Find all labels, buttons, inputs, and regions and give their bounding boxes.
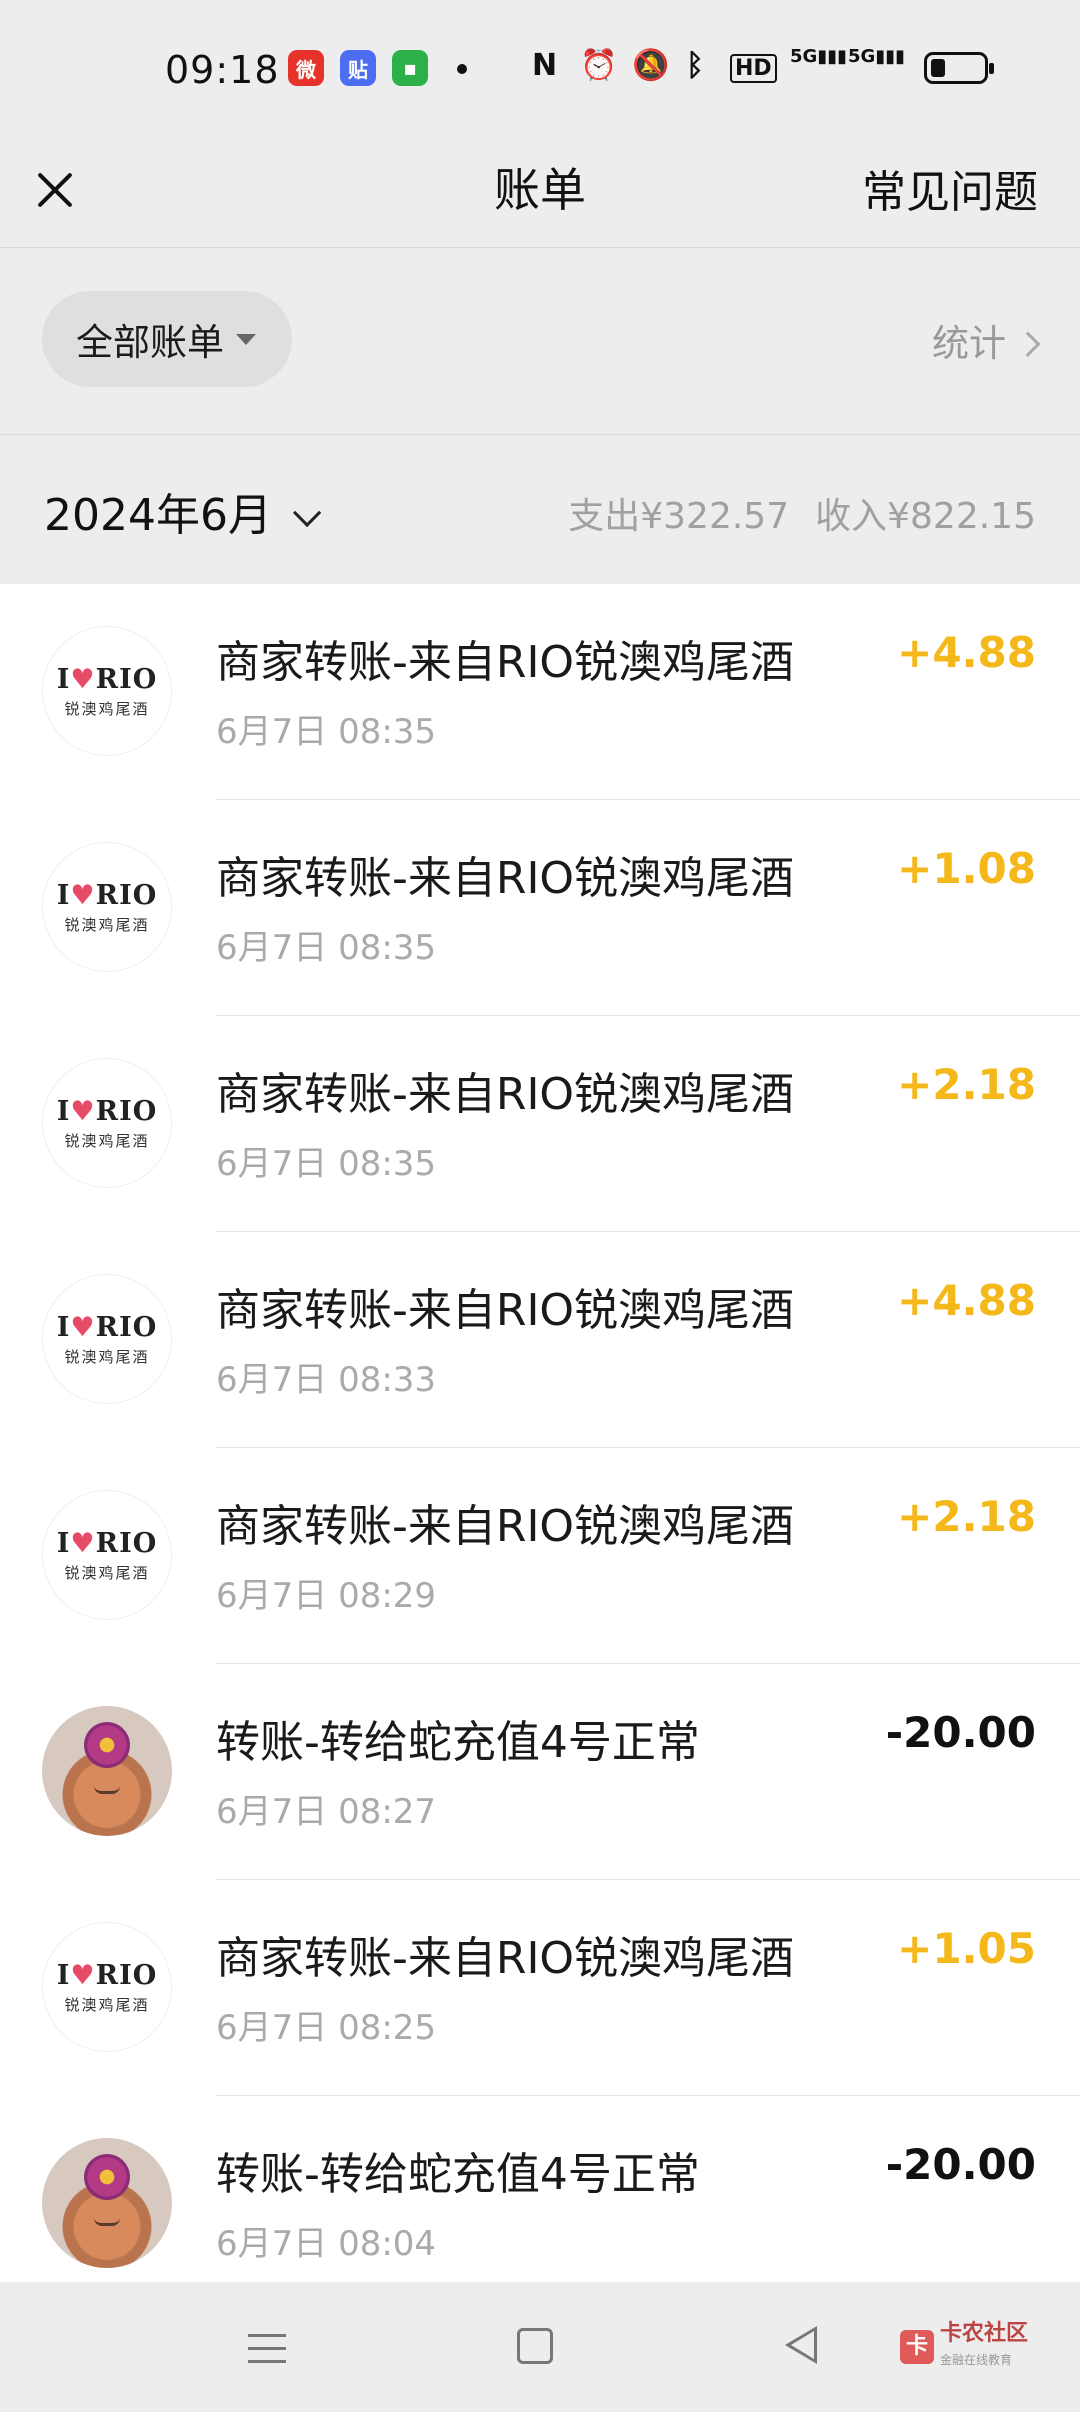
expense-total: 支出¥322.57 (568, 496, 790, 537)
transaction-row[interactable]: 转账-转给蛇充值4号正常 6月7日 08:27 -20.00 (0, 1664, 1080, 1880)
month-label: 2024年6月 (44, 490, 272, 541)
back-icon[interactable] (785, 2326, 817, 2364)
rio-logo-avatar: I♥RIO 锐澳鸡尾酒 (42, 1490, 172, 1620)
status-time: 09:18 (165, 48, 280, 92)
rio-logo-subtitle: 锐澳鸡尾酒 (64, 915, 150, 934)
chevron-down-icon (292, 498, 322, 528)
user-avatar (42, 1706, 172, 1836)
rio-logo-text: I♥RIO (56, 663, 158, 695)
signal-5g-icon: 5G▮▮▮ (790, 46, 848, 67)
egg-face-icon (94, 1786, 120, 1794)
bill-filter-dropdown[interactable]: 全部账单 (42, 291, 292, 387)
transaction-list: I♥RIO 锐澳鸡尾酒 商家转账-来自RIO锐澳鸡尾酒 6月7日 08:35 +4.88… (0, 584, 1080, 2282)
transaction-time: 6月7日 08:35 (216, 928, 437, 968)
rio-logo-text: I♥RIO (56, 879, 158, 911)
rio-logo-avatar: I♥RIO 锐澳鸡尾酒 (42, 1058, 172, 1188)
transaction-time: 6月7日 08:33 (216, 1360, 437, 1400)
income-total: 收入¥822.15 (815, 496, 1036, 537)
mute-icon: 🔕 (632, 48, 670, 83)
user-avatar (42, 2138, 172, 2268)
egg-face-icon (94, 2218, 120, 2226)
transaction-row[interactable]: I♥RIO 锐澳鸡尾酒 商家转账-来自RIO锐澳鸡尾酒 6月7日 08:33 +4.88 (0, 1232, 1080, 1448)
chevron-right-icon (1015, 331, 1041, 357)
transaction-amount: -20.00 (885, 1708, 1036, 1757)
watermark-logo: 卡 卡农社区金融在线教育 (900, 2322, 1028, 2372)
watermark-sub: 金融在线教育 (940, 2353, 1013, 2367)
transaction-title: 商家转账-来自RIO锐澳鸡尾酒 (216, 637, 795, 688)
rio-logo-avatar: I♥RIO 锐澳鸡尾酒 (42, 1922, 172, 2052)
stats-link[interactable]: 统计 (932, 313, 1041, 367)
transaction-amount: +2.18 (897, 1492, 1036, 1541)
nfc-icon: N (532, 48, 558, 83)
flower-icon (84, 2154, 130, 2200)
transaction-title: 商家转账-来自RIO锐澳鸡尾酒 (216, 1285, 795, 1336)
transaction-title: 商家转账-来自RIO锐澳鸡尾酒 (216, 1069, 795, 1120)
rio-logo-avatar: I♥RIO 锐澳鸡尾酒 (42, 626, 172, 756)
watermark-icon: 卡 (900, 2330, 934, 2364)
bill-filter-label: 全部账单 (76, 321, 224, 364)
rio-logo-subtitle: 锐澳鸡尾酒 (64, 1563, 150, 1582)
transaction-time: 6月7日 08:29 (216, 1576, 437, 1616)
rio-logo-text: I♥RIO (56, 1959, 158, 1991)
system-nav-bar: 卡 卡农社区金融在线教育 (0, 2282, 1080, 2412)
transaction-row[interactable]: I♥RIO 锐澳鸡尾酒 商家转账-来自RIO锐澳鸡尾酒 6月7日 08:25 +1.05 (0, 1880, 1080, 2096)
transaction-time: 6月7日 08:04 (216, 2224, 437, 2264)
rio-logo-subtitle: 锐澳鸡尾酒 (64, 1347, 150, 1366)
faq-link[interactable]: 常见问题 (862, 156, 1038, 220)
transaction-amount: +1.08 (897, 844, 1036, 893)
filter-row: 全部账单 统计 (0, 249, 1080, 433)
rio-logo-text: I♥RIO (56, 1095, 158, 1127)
transaction-title: 转账-转给蛇充值4号正常 (216, 2149, 700, 2200)
messages-icon: ▪ (392, 50, 428, 86)
tieba-icon: 贴 (340, 50, 376, 86)
transaction-title: 商家转账-来自RIO锐澳鸡尾酒 (216, 853, 795, 904)
transaction-time: 6月7日 08:35 (216, 1144, 437, 1184)
watermark-title: 卡农社区 (940, 2321, 1029, 2346)
rio-logo-text: I♥RIO (56, 1527, 158, 1559)
transaction-time: 6月7日 08:25 (216, 2008, 437, 2048)
status-bar: 09:18 微 贴 ▪ N ⏰ 🔕 ᛒ HD 5G▮▮▮ 5G▮▮▮ (0, 0, 1080, 140)
transaction-amount: +2.18 (897, 1060, 1036, 1109)
rio-logo-avatar: I♥RIO 锐澳鸡尾酒 (42, 842, 172, 972)
transaction-row[interactable]: I♥RIO 锐澳鸡尾酒 商家转账-来自RIO锐澳鸡尾酒 6月7日 08:35 +1.08 (0, 800, 1080, 1016)
transaction-time: 6月7日 08:27 (216, 1792, 437, 1832)
weibo-icon: 微 (288, 50, 324, 86)
transaction-row[interactable]: 转账-转给蛇充值4号正常 6月7日 08:04 -20.00 (0, 2096, 1080, 2282)
transaction-title: 商家转账-来自RIO锐澳鸡尾酒 (216, 1501, 795, 1552)
flower-icon (84, 1722, 130, 1768)
transaction-time: 6月7日 08:35 (216, 712, 437, 752)
battery-icon (924, 52, 994, 84)
home-icon[interactable] (517, 2328, 553, 2364)
alarm-icon: ⏰ (580, 48, 618, 83)
more-notifications-icon (457, 64, 467, 74)
transaction-amount: -20.00 (885, 2140, 1036, 2189)
transaction-title: 商家转账-来自RIO锐澳鸡尾酒 (216, 1933, 795, 1984)
transaction-row[interactable]: I♥RIO 锐澳鸡尾酒 商家转账-来自RIO锐澳鸡尾酒 6月7日 08:35 +4.88 (0, 584, 1080, 800)
month-summary: 支出¥322.57 收入¥822.15 (568, 487, 1036, 539)
bluetooth-icon: ᛒ (686, 48, 704, 83)
stats-label: 统计 (932, 322, 1006, 365)
transaction-amount: +4.88 (897, 1276, 1036, 1325)
rio-logo-avatar: I♥RIO 锐澳鸡尾酒 (42, 1274, 172, 1404)
header-bar: 账单 常见问题 (0, 140, 1080, 248)
transaction-row[interactable]: I♥RIO 锐澳鸡尾酒 商家转账-来自RIO锐澳鸡尾酒 6月7日 08:35 +2.18 (0, 1016, 1080, 1232)
transaction-amount: +4.88 (897, 628, 1036, 677)
transaction-amount: +1.05 (897, 1924, 1036, 1973)
transaction-row[interactable]: I♥RIO 锐澳鸡尾酒 商家转账-来自RIO锐澳鸡尾酒 6月7日 08:29 +2.18 (0, 1448, 1080, 1664)
month-selector[interactable]: 2024年6月 (44, 479, 322, 543)
rio-logo-subtitle: 锐澳鸡尾酒 (64, 1995, 150, 2014)
menu-icon[interactable] (248, 2334, 286, 2364)
rio-logo-subtitle: 锐澳鸡尾酒 (64, 1131, 150, 1150)
hd-icon: HD (730, 54, 777, 83)
transaction-title: 转账-转给蛇充值4号正常 (216, 1717, 700, 1768)
caret-down-icon (236, 333, 256, 345)
rio-logo-subtitle: 锐澳鸡尾酒 (64, 699, 150, 718)
rio-logo-text: I♥RIO (56, 1311, 158, 1343)
signal-5g-icon: 5G▮▮▮ (848, 46, 906, 67)
month-header: 2024年6月 支出¥322.57 收入¥822.15 (0, 434, 1080, 584)
